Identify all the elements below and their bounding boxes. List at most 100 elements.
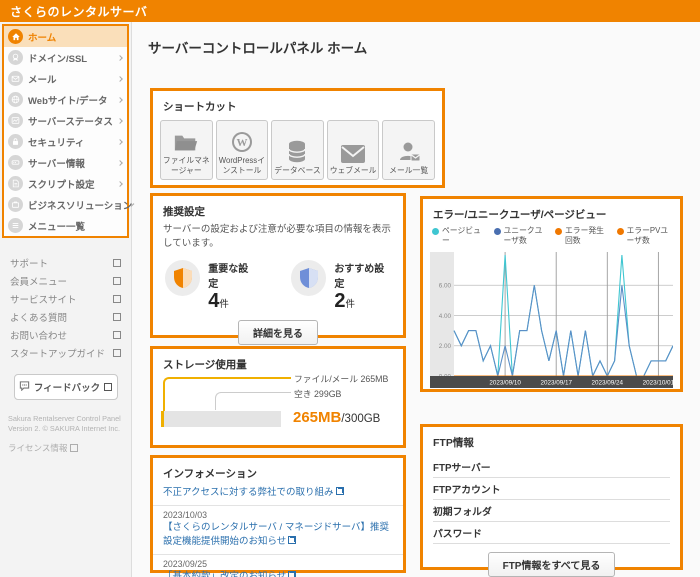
ftp-title: FTP情報 [423, 427, 680, 454]
sidebar-item-security[interactable]: セキュリティ [4, 131, 127, 152]
ftp-row-account: FTPアカウント [433, 478, 670, 500]
business-solution-icon [8, 197, 23, 212]
important-settings-count: 4 [208, 290, 219, 312]
ftp-row-password: パスワード [433, 522, 670, 544]
feedback-button[interactable]: フィードバック [14, 374, 118, 400]
storage-panel: ストレージ使用量 ファイル/メール 265MB 空き 299GB 265MB/3… [150, 346, 406, 448]
sidebar-external-links: サポート 会員メニュー サービスサイト よくある質問 お問い合わせ スタートアッ… [0, 240, 131, 362]
recommended-description: サーバーの設定および注意が必要な項目の情報を表示しています。 [153, 223, 403, 252]
copyright-line1: Sakura Rentalserver Control Panel [8, 414, 123, 424]
legend-item-3: エラーPVユーザ数 [617, 226, 673, 246]
external-link-icon [113, 295, 121, 303]
chevron-right-icon [117, 55, 123, 61]
chart-title: エラー/ユニークユーザ/ページビュー [423, 199, 680, 224]
news-link[interactable]: 不正アクセスに対する弊社での取り組み [163, 486, 393, 500]
important-settings-group: 重要な設定 4件 [165, 260, 257, 312]
important-settings-label: 重要な設定 [208, 260, 257, 290]
legend-dot-icon [617, 228, 624, 235]
suggested-settings-label: おすすめ設定 [334, 260, 393, 290]
news-link[interactable]: 「基本約款」改定のお知らせ [163, 570, 393, 577]
traffic-chart-panel: エラー/ユニークユーザ/ページビュー ページビューユニークユーザ数エラー発生回数… [420, 196, 683, 392]
svg-text:2023/10/01: 2023/10/01 [643, 380, 673, 387]
app-header: さくらのレンタルサーバ [0, 0, 700, 22]
svg-text:2023/09/17: 2023/09/17 [540, 380, 572, 387]
sidebar-item-domain-ssl[interactable]: ドメイン/SSL [4, 47, 127, 68]
line-chart: 0.002.004.006.002023/09/102023/09/172023… [430, 252, 673, 388]
chevron-right-icon [117, 139, 123, 145]
shortcut-wordpress-install[interactable]: W WordPressインストール [216, 120, 269, 180]
news-item: 2023/10/03 【さくらのレンタルサーバ / マネージドサーバ】推奨設定機… [153, 506, 403, 555]
shortcut-database[interactable]: データベース [271, 120, 324, 180]
information-title: インフォメーション [153, 458, 403, 483]
chevron-right-icon [117, 181, 123, 187]
news-link[interactable]: 【さくらのレンタルサーバ / マネージドサーバ】推奨設定機能提供開始のお知らせ [163, 521, 393, 549]
sidebar-link-contact[interactable]: お問い合わせ [10, 326, 121, 344]
shield-important-icon [165, 260, 200, 296]
sidebar-link-startup-guide[interactable]: スタートアップガイド [10, 344, 121, 362]
sidebar-link-member-menu[interactable]: 会員メニュー [10, 272, 121, 290]
shortcut-webmail[interactable]: ウェブメール [327, 120, 380, 180]
sidebar-item-menu-list[interactable]: メニュー一覧 [4, 215, 127, 236]
sidebar-item-mail[interactable]: メール [4, 68, 127, 89]
chevron-right-icon [117, 118, 123, 124]
svg-text:4.00: 4.00 [439, 313, 452, 320]
news-date: 2023/09/25 [163, 558, 393, 570]
shortcut-mail-list[interactable]: メール一覧 [382, 120, 435, 180]
svg-text:2023/09/24: 2023/09/24 [592, 380, 624, 387]
chart-plot-area: 0.002.004.006.002023/09/102023/09/172023… [423, 250, 680, 393]
mail-icon [8, 71, 23, 86]
external-link-icon [113, 277, 121, 285]
external-link-icon [113, 259, 121, 267]
shortcut-file-manager[interactable]: ファイルマネージャー [160, 120, 213, 180]
external-link-icon [288, 572, 295, 577]
chevron-right-icon [117, 97, 123, 103]
menu-list-icon [8, 218, 23, 233]
legend-dot-icon [494, 228, 501, 235]
website-data-icon [8, 92, 23, 107]
license-link[interactable]: ライセンス情報 [8, 443, 123, 454]
sidebar-item-business-solution[interactable]: ビジネスソリューション [4, 194, 127, 215]
script-settings-icon [8, 176, 23, 191]
legend-item-0: ページビュー [432, 226, 488, 246]
storage-total-text: /300GB [341, 413, 380, 425]
sidebar-link-support[interactable]: サポート [10, 254, 121, 272]
sidebar-item-home[interactable]: ホーム [4, 26, 127, 47]
chevron-right-icon [117, 160, 123, 166]
chevron-right-icon [131, 203, 135, 207]
sidebar: ホーム ドメイン/SSL メール Webサイト/データ [0, 22, 132, 577]
sidebar-item-script-settings[interactable]: スクリプト設定 [4, 173, 127, 194]
ftp-view-all-button[interactable]: FTP情報をすべて見る [488, 552, 616, 577]
security-icon [8, 134, 23, 149]
server-info-icon [8, 155, 23, 170]
legend-dot-icon [555, 228, 562, 235]
chevron-right-icon [117, 76, 123, 82]
suggested-settings-count: 2 [334, 290, 345, 312]
shortcuts-panel: ショートカット ファイルマネージャー W WordPressインストール データ… [150, 88, 445, 188]
storage-usage-bar [161, 411, 281, 427]
shortcuts-title: ショートカット [153, 91, 442, 118]
mail-list-icon [397, 140, 421, 164]
external-link-icon [104, 383, 112, 391]
storage-free-callout-line [215, 392, 291, 410]
news-date: 2023/10/03 [163, 509, 393, 521]
sidebar-item-server-status[interactable]: サーバーステータス [4, 110, 127, 131]
webmail-icon [340, 144, 366, 164]
detail-button[interactable]: 詳細を見る [238, 320, 318, 345]
external-link-icon [336, 488, 343, 495]
news-item: 不正アクセスに対する弊社での取り組み [153, 483, 403, 506]
shield-suggested-icon [291, 260, 326, 296]
legend-item-1: ユニークユーザ数 [494, 226, 550, 246]
legend-item-2: エラー発生回数 [555, 226, 611, 246]
sidebar-link-service-site[interactable]: サービスサイト [10, 290, 121, 308]
sidebar-footer: Sakura Rentalserver Control Panel Versio… [0, 400, 131, 454]
external-link-icon [113, 331, 121, 339]
information-panel: インフォメーション 不正アクセスに対する弊社での取り組み 2023/10/03 … [150, 455, 406, 573]
suggested-settings-group: おすすめ設定 2件 [291, 260, 393, 312]
external-link-icon [113, 349, 121, 357]
sidebar-item-website-data[interactable]: Webサイト/データ [4, 89, 127, 110]
external-link-icon [70, 444, 78, 452]
external-link-icon [113, 313, 121, 321]
sidebar-link-faq[interactable]: よくある質問 [10, 308, 121, 326]
sidebar-item-server-info[interactable]: サーバー情報 [4, 152, 127, 173]
svg-text:2.00: 2.00 [439, 343, 452, 350]
